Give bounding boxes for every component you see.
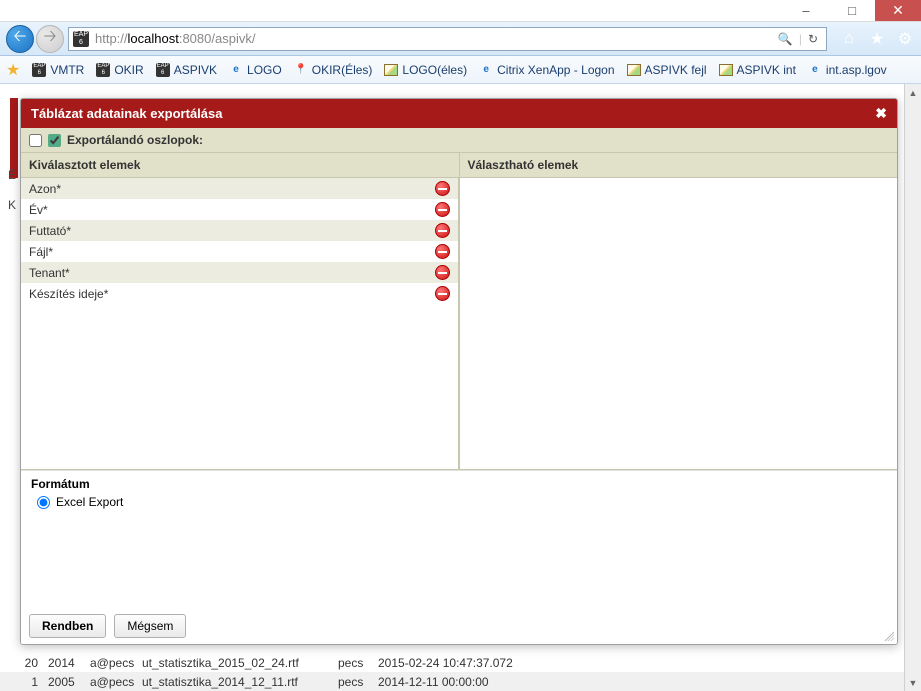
bookmarks-bar: ★ EAP6 VMTR EAP6 OKIR EAP6 ASPIVK e LOGO 📍 OKIR(É… — [0, 56, 921, 84]
window-titlebar: – □ ✕ — [0, 0, 921, 22]
bookmark-label: LOGO(éles) — [402, 63, 467, 77]
dialog-resize-grip[interactable] — [882, 629, 894, 641]
bookmark-item[interactable]: e Citrix XenApp - Logon — [473, 61, 620, 79]
export-columns-label: Exportálandó oszlopok: — [67, 133, 203, 147]
selected-column-item[interactable]: Futtató* — [21, 220, 458, 241]
eap-icon: EAP6 — [156, 63, 170, 77]
tools-gear-icon[interactable]: ⚙ — [895, 29, 915, 49]
image-icon — [384, 64, 398, 76]
ie-icon: e — [479, 63, 493, 77]
eap-icon: EAP6 — [32, 63, 46, 77]
column-name: Tenant* — [29, 266, 70, 280]
bookmark-item[interactable]: EAP6 OKIR — [90, 61, 149, 79]
url-text: http://localhost:8080/aspivk/ — [95, 31, 772, 46]
bookmark-label: ASPIVK fejl — [645, 63, 707, 77]
dialog-close-icon[interactable]: ✖ — [875, 105, 887, 122]
scroll-up-icon[interactable]: ▲ — [905, 84, 921, 101]
format-section: Formátum Excel Export — [21, 470, 897, 519]
window-minimize-button[interactable]: – — [783, 0, 829, 21]
remove-column-icon[interactable] — [435, 223, 450, 238]
bookmark-item[interactable]: EAP6 VMTR — [26, 61, 90, 79]
add-favorite-icon[interactable]: ★ — [6, 60, 22, 80]
nav-forward-button[interactable]: 🡢 — [36, 25, 64, 53]
remove-column-icon[interactable] — [435, 244, 450, 259]
table-row[interactable]: 202014a@pecsut_statisztika_2015_02_24.rt… — [0, 653, 904, 672]
column-name: Év* — [29, 203, 48, 217]
nav-back-button[interactable]: 🡠 — [6, 25, 34, 53]
window-maximize-button[interactable]: □ — [829, 0, 875, 21]
selected-column-item[interactable]: Azon* — [21, 178, 458, 199]
nav-arrows: 🡠 🡢 — [6, 25, 64, 53]
window-close-button[interactable]: ✕ — [875, 0, 921, 21]
site-icon: EAP6 — [73, 31, 89, 47]
bookmark-label: int.asp.lgov — [826, 63, 887, 77]
format-option-excel[interactable]: Excel Export — [31, 495, 887, 509]
bookmark-label: VMTR — [50, 63, 84, 77]
export-columns-header: Exportálandó oszlopok: — [21, 128, 897, 153]
dialog-buttons: Rendben Mégsem — [21, 608, 897, 644]
page-scrollbar[interactable]: ▲ ▼ — [904, 84, 921, 691]
image-icon — [719, 64, 733, 76]
table-row[interactable]: 12005a@pecsut_statisztika_2014_12_11.rtf… — [0, 672, 904, 691]
bookmark-label: OKIR — [114, 63, 143, 77]
bookmark-item[interactable]: EAP6 ASPIVK — [150, 61, 223, 79]
remove-column-icon[interactable] — [435, 181, 450, 196]
favorites-icon[interactable]: ★ — [867, 29, 887, 49]
refresh-separator-icon: | — [799, 32, 802, 46]
home-icon[interactable]: ⌂ — [839, 30, 859, 48]
search-dropdown-icon[interactable]: 🔍 — [778, 32, 793, 46]
selected-column-item[interactable]: Fájl* — [21, 241, 458, 262]
url-input[interactable]: EAP6 http://localhost:8080/aspivk/ 🔍 | ↻ — [68, 27, 827, 51]
bookmark-label: LOGO — [247, 63, 282, 77]
scroll-down-icon[interactable]: ▼ — [905, 674, 921, 691]
bookmark-item[interactable]: ASPIVK int — [713, 61, 802, 79]
column-name: Futtató* — [29, 224, 71, 238]
ok-button[interactable]: Rendben — [29, 614, 106, 638]
column-list-headers: Kiválasztott elemek Választható elemek — [21, 153, 897, 178]
selected-column-item[interactable]: Év* — [21, 199, 458, 220]
remove-column-icon[interactable] — [435, 202, 450, 217]
bookmark-label: ASPIVK int — [737, 63, 796, 77]
dialog-titlebar[interactable]: Táblázat adatainak exportálása ✖ — [21, 99, 897, 128]
selected-items-list[interactable]: Azon* Év* Futtató* Fájl* Tenant* Készítés ide… — [21, 178, 460, 469]
bookmark-item[interactable]: ASPIVK fejl — [621, 61, 713, 79]
bg-app-stripe — [10, 98, 18, 178]
bookmark-item[interactable]: 📍 OKIR(Éles) — [288, 61, 379, 79]
bookmark-item[interactable]: e LOGO — [223, 61, 288, 79]
remove-column-icon[interactable] — [435, 265, 450, 280]
bookmark-item[interactable]: LOGO(éles) — [378, 61, 473, 79]
dialog-title-text: Táblázat adatainak exportálása — [31, 106, 222, 121]
bookmark-label: ASPIVK — [174, 63, 217, 77]
available-items-list[interactable] — [460, 178, 897, 469]
browser-address-bar: 🡠 🡢 EAP6 http://localhost:8080/aspivk/ 🔍… — [0, 22, 921, 56]
bg-letter-1: É — [8, 168, 16, 182]
refresh-icon[interactable]: ↻ — [808, 32, 818, 46]
column-name: Fájl* — [29, 245, 53, 259]
image-icon — [627, 64, 641, 76]
selected-items-header: Kiválasztott elemek — [21, 153, 460, 177]
selected-column-item[interactable]: Tenant* — [21, 262, 458, 283]
select-all-checkbox[interactable] — [48, 134, 61, 147]
bookmark-label: OKIR(Éles) — [312, 63, 373, 77]
format-radio-excel[interactable] — [37, 496, 50, 509]
ie-icon: e — [229, 63, 243, 77]
eap-icon: EAP6 — [96, 63, 110, 77]
export-dialog: Táblázat adatainak exportálása ✖ Exportá… — [20, 98, 898, 645]
available-items-header: Választható elemek — [460, 153, 898, 177]
ie-icon: e — [808, 63, 822, 77]
cancel-button[interactable]: Mégsem — [114, 614, 186, 638]
select-none-checkbox[interactable] — [29, 134, 42, 147]
bg-table: 202014a@pecsut_statisztika_2015_02_24.rt… — [0, 653, 904, 691]
format-label: Formátum — [31, 477, 887, 491]
column-name: Készítés ideje* — [29, 287, 108, 301]
column-name: Azon* — [29, 182, 61, 196]
bookmark-label: Citrix XenApp - Logon — [497, 63, 614, 77]
bg-letter-2: K — [8, 198, 16, 212]
bookmark-item[interactable]: e int.asp.lgov — [802, 61, 893, 79]
pin-icon: 📍 — [294, 63, 308, 77]
selected-column-item[interactable]: Készítés ideje* — [21, 283, 458, 304]
remove-column-icon[interactable] — [435, 286, 450, 301]
